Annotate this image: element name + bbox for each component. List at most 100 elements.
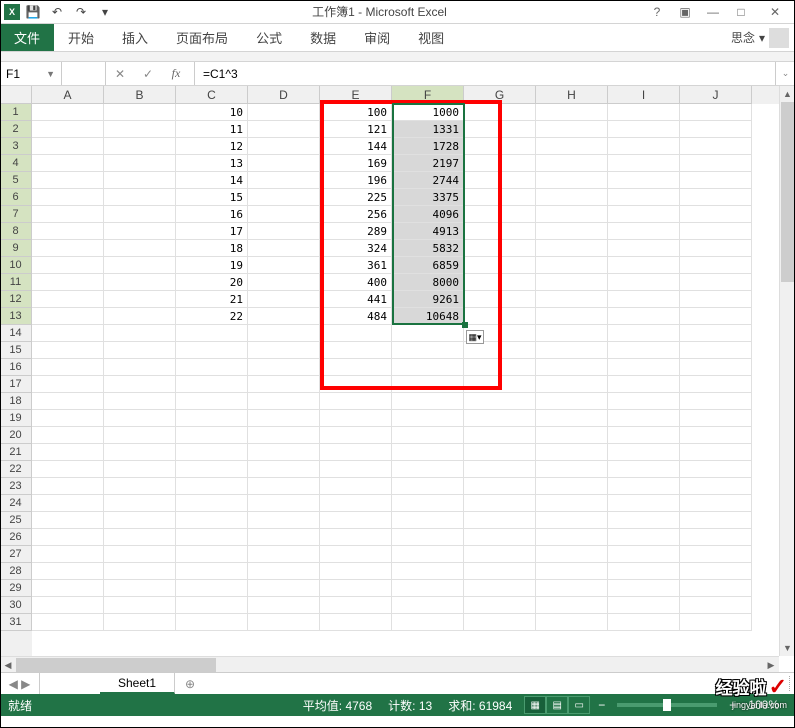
cell-A10[interactable] bbox=[32, 257, 104, 274]
cell-C19[interactable] bbox=[176, 410, 248, 427]
help-button[interactable]: ? bbox=[643, 1, 671, 23]
row-header-21[interactable]: 21 bbox=[0, 444, 32, 461]
cell-B23[interactable] bbox=[104, 478, 176, 495]
cell-C6[interactable]: 15 bbox=[176, 189, 248, 206]
cell-G16[interactable] bbox=[464, 359, 536, 376]
cell-E20[interactable] bbox=[320, 427, 392, 444]
cell-J19[interactable] bbox=[680, 410, 752, 427]
column-header-E[interactable]: E bbox=[320, 86, 392, 104]
cell-E3[interactable]: 144 bbox=[320, 138, 392, 155]
cell-B13[interactable] bbox=[104, 308, 176, 325]
cell-J10[interactable] bbox=[680, 257, 752, 274]
cell-J11[interactable] bbox=[680, 274, 752, 291]
cell-A24[interactable] bbox=[32, 495, 104, 512]
cell-F19[interactable] bbox=[392, 410, 464, 427]
cell-H2[interactable] bbox=[536, 121, 608, 138]
cell-D23[interactable] bbox=[248, 478, 320, 495]
cell-F2[interactable]: 1331 bbox=[392, 121, 464, 138]
column-header-B[interactable]: B bbox=[104, 86, 176, 104]
cell-B20[interactable] bbox=[104, 427, 176, 444]
cell-G27[interactable] bbox=[464, 546, 536, 563]
cancel-button[interactable]: ✕ bbox=[106, 62, 134, 85]
cell-B28[interactable] bbox=[104, 563, 176, 580]
cell-J13[interactable] bbox=[680, 308, 752, 325]
cell-I15[interactable] bbox=[608, 342, 680, 359]
cell-B17[interactable] bbox=[104, 376, 176, 393]
cell-F1[interactable]: 1000 bbox=[392, 104, 464, 121]
column-header-J[interactable]: J bbox=[680, 86, 752, 104]
column-header-D[interactable]: D bbox=[248, 86, 320, 104]
cell-D4[interactable] bbox=[248, 155, 320, 172]
cell-F29[interactable] bbox=[392, 580, 464, 597]
cell-C20[interactable] bbox=[176, 427, 248, 444]
cell-I3[interactable] bbox=[608, 138, 680, 155]
cell-J22[interactable] bbox=[680, 461, 752, 478]
cell-G1[interactable] bbox=[464, 104, 536, 121]
cell-I18[interactable] bbox=[608, 393, 680, 410]
scroll-right-button[interactable]: ▶ bbox=[763, 657, 779, 672]
select-all-corner[interactable] bbox=[0, 86, 32, 104]
cell-G5[interactable] bbox=[464, 172, 536, 189]
cell-D7[interactable] bbox=[248, 206, 320, 223]
column-header-I[interactable]: I bbox=[608, 86, 680, 104]
cell-J14[interactable] bbox=[680, 325, 752, 342]
cell-A31[interactable] bbox=[32, 614, 104, 631]
cell-I30[interactable] bbox=[608, 597, 680, 614]
cell-J30[interactable] bbox=[680, 597, 752, 614]
cell-C13[interactable]: 22 bbox=[176, 308, 248, 325]
cell-E6[interactable]: 225 bbox=[320, 189, 392, 206]
row-header-27[interactable]: 27 bbox=[0, 546, 32, 563]
cell-H21[interactable] bbox=[536, 444, 608, 461]
cell-H25[interactable] bbox=[536, 512, 608, 529]
column-header-C[interactable]: C bbox=[176, 86, 248, 104]
cell-G25[interactable] bbox=[464, 512, 536, 529]
cell-E19[interactable] bbox=[320, 410, 392, 427]
cell-C8[interactable]: 17 bbox=[176, 223, 248, 240]
cell-H30[interactable] bbox=[536, 597, 608, 614]
cell-E17[interactable] bbox=[320, 376, 392, 393]
cell-G24[interactable] bbox=[464, 495, 536, 512]
horizontal-scroll-thumb[interactable] bbox=[16, 658, 216, 672]
cell-A17[interactable] bbox=[32, 376, 104, 393]
cell-I7[interactable] bbox=[608, 206, 680, 223]
cell-C25[interactable] bbox=[176, 512, 248, 529]
cell-A3[interactable] bbox=[32, 138, 104, 155]
cell-J2[interactable] bbox=[680, 121, 752, 138]
cell-F28[interactable] bbox=[392, 563, 464, 580]
cell-I25[interactable] bbox=[608, 512, 680, 529]
row-header-24[interactable]: 24 bbox=[0, 495, 32, 512]
cell-A12[interactable] bbox=[32, 291, 104, 308]
cell-E30[interactable] bbox=[320, 597, 392, 614]
row-header-29[interactable]: 29 bbox=[0, 580, 32, 597]
cell-A7[interactable] bbox=[32, 206, 104, 223]
cell-D11[interactable] bbox=[248, 274, 320, 291]
cell-D8[interactable] bbox=[248, 223, 320, 240]
tab-formulas[interactable]: 公式 bbox=[242, 24, 296, 51]
row-header-31[interactable]: 31 bbox=[0, 614, 32, 631]
cell-J4[interactable] bbox=[680, 155, 752, 172]
cell-A21[interactable] bbox=[32, 444, 104, 461]
cell-H28[interactable] bbox=[536, 563, 608, 580]
formula-input[interactable]: =C1^3 bbox=[194, 62, 775, 85]
cell-F22[interactable] bbox=[392, 461, 464, 478]
cell-F16[interactable] bbox=[392, 359, 464, 376]
cell-D22[interactable] bbox=[248, 461, 320, 478]
cell-H26[interactable] bbox=[536, 529, 608, 546]
cell-F13[interactable]: 10648 bbox=[392, 308, 464, 325]
cell-J8[interactable] bbox=[680, 223, 752, 240]
ribbon-display-button[interactable]: ▣ bbox=[671, 1, 699, 23]
row-header-12[interactable]: 12 bbox=[0, 291, 32, 308]
expand-formula-bar-button[interactable]: ⌄ bbox=[775, 62, 795, 85]
cell-H12[interactable] bbox=[536, 291, 608, 308]
cell-D5[interactable] bbox=[248, 172, 320, 189]
cell-A30[interactable] bbox=[32, 597, 104, 614]
cell-D13[interactable] bbox=[248, 308, 320, 325]
vertical-scrollbar[interactable]: ▲ ▼ bbox=[779, 86, 795, 656]
row-header-26[interactable]: 26 bbox=[0, 529, 32, 546]
cell-E16[interactable] bbox=[320, 359, 392, 376]
column-header-A[interactable]: A bbox=[32, 86, 104, 104]
cell-C3[interactable]: 12 bbox=[176, 138, 248, 155]
cell-I14[interactable] bbox=[608, 325, 680, 342]
cell-F24[interactable] bbox=[392, 495, 464, 512]
save-button[interactable]: 💾 bbox=[22, 2, 44, 22]
